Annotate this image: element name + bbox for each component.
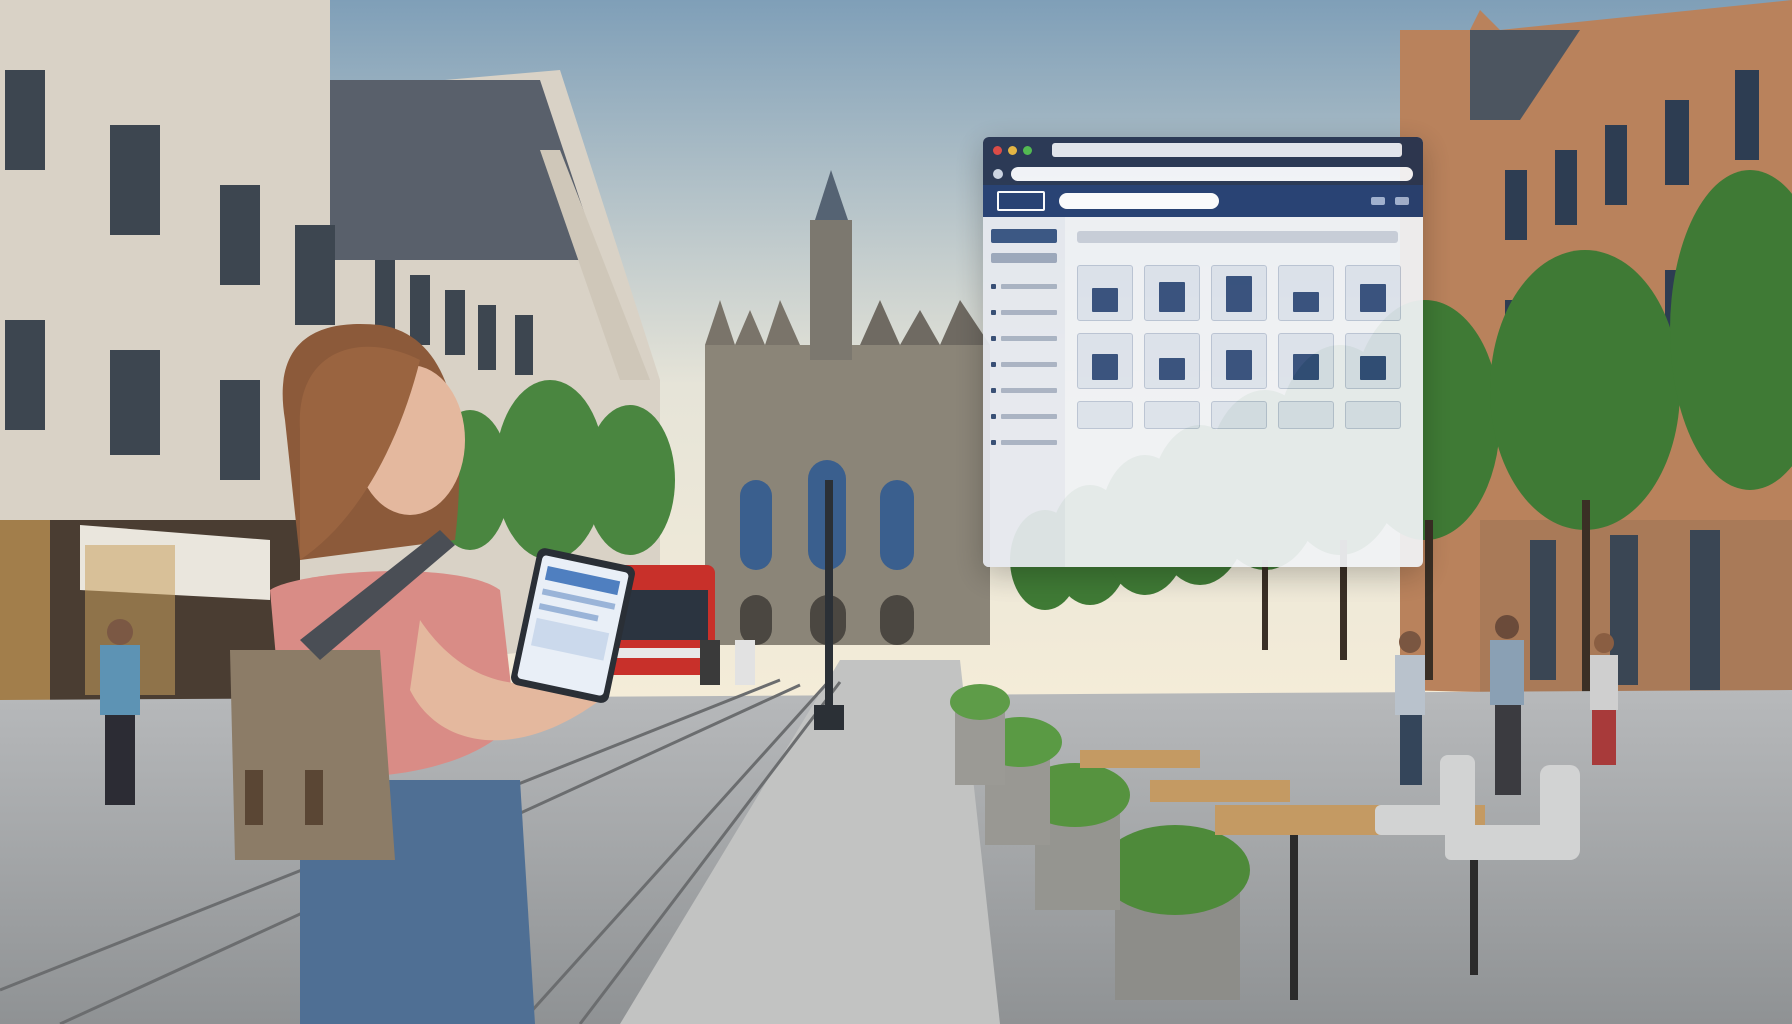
bullet-icon	[991, 413, 996, 419]
site-header	[983, 185, 1423, 217]
site-search-input[interactable]	[1059, 193, 1219, 209]
close-dot-icon[interactable]	[993, 145, 1002, 155]
building-icon	[1293, 292, 1319, 312]
sidebar-item[interactable]	[991, 437, 1057, 447]
image-tile[interactable]	[1077, 333, 1133, 389]
image-tile[interactable]	[1144, 333, 1200, 389]
sidebar-item[interactable]	[991, 281, 1057, 291]
building-icon	[1360, 284, 1386, 312]
site-main	[1065, 217, 1423, 567]
image-tile[interactable]	[1144, 401, 1200, 429]
image-tile[interactable]	[1211, 401, 1267, 429]
browser-titlebar	[983, 137, 1423, 163]
scene-illustration	[0, 0, 1792, 1024]
building-icon	[1092, 288, 1118, 312]
image-tile[interactable]	[1345, 265, 1401, 321]
address-bar[interactable]	[1011, 167, 1413, 181]
image-tile[interactable]	[1278, 333, 1334, 389]
maximize-dot-icon[interactable]	[1023, 145, 1032, 155]
bullet-icon	[991, 309, 996, 315]
building-icon	[1159, 282, 1185, 312]
address-bar-row	[983, 163, 1423, 185]
building-icon	[1360, 356, 1386, 380]
image-tile[interactable]	[1345, 333, 1401, 389]
building-icon	[1159, 358, 1185, 380]
reload-icon[interactable]	[993, 169, 1003, 179]
image-tile[interactable]	[1211, 333, 1267, 389]
image-tile[interactable]	[1278, 265, 1334, 321]
browser-window	[983, 137, 1423, 567]
sidebar-item[interactable]	[991, 307, 1057, 317]
building-icon	[1226, 276, 1252, 312]
header-icons	[1371, 197, 1409, 205]
building-icon	[1092, 354, 1118, 380]
sidebar-item[interactable]	[991, 411, 1057, 421]
image-tile[interactable]	[1345, 401, 1401, 429]
sidebar-subitem[interactable]	[991, 253, 1057, 263]
content-header-bar	[1077, 231, 1398, 243]
menu-icon[interactable]	[1371, 197, 1385, 205]
image-tile[interactable]	[1278, 401, 1334, 429]
image-tile[interactable]	[1211, 265, 1267, 321]
image-tile-grid	[1077, 265, 1411, 429]
bullet-icon	[991, 283, 996, 289]
image-tile[interactable]	[1144, 265, 1200, 321]
building-icon	[1293, 354, 1319, 380]
site-sidebar	[983, 217, 1065, 567]
bullet-icon	[991, 387, 996, 393]
bullet-icon	[991, 439, 996, 445]
browser-tab[interactable]	[1052, 143, 1402, 157]
bullet-icon	[991, 361, 996, 367]
sidebar-item[interactable]	[991, 359, 1057, 369]
minimize-dot-icon[interactable]	[1008, 145, 1017, 155]
bullet-icon	[991, 335, 996, 341]
site-logo[interactable]	[997, 191, 1045, 211]
sidebar-item[interactable]	[991, 333, 1057, 343]
account-icon[interactable]	[1395, 197, 1409, 205]
building-icon	[1226, 350, 1252, 380]
image-tile[interactable]	[1077, 265, 1133, 321]
sidebar-item[interactable]	[991, 385, 1057, 395]
image-tile[interactable]	[1077, 401, 1133, 429]
sidebar-item-active[interactable]	[991, 229, 1057, 243]
street-scene	[0, 0, 1792, 1024]
